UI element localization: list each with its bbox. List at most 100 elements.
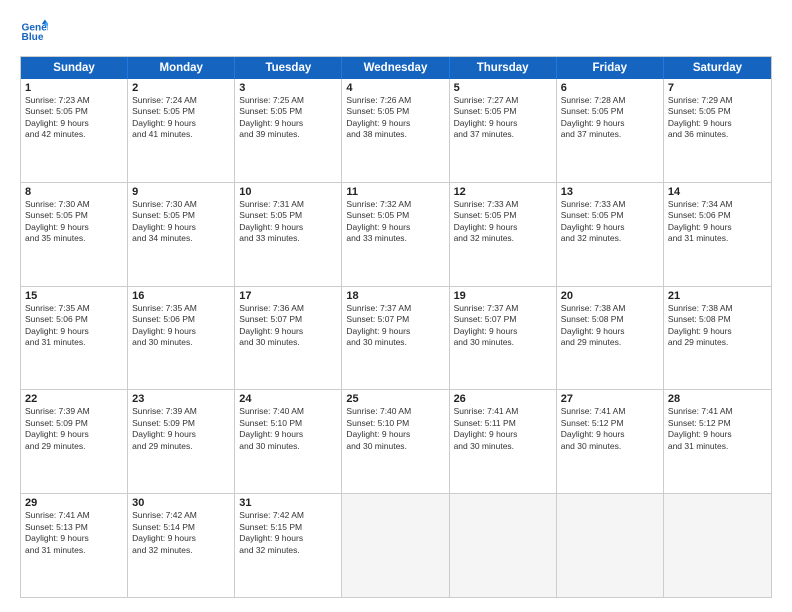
day-number: 25 (346, 393, 444, 405)
day-number: 24 (239, 393, 337, 405)
calendar-cell: 5Sunrise: 7:27 AMSunset: 5:05 PMDaylight… (450, 79, 557, 182)
logo-icon: General Blue (20, 18, 48, 46)
calendar-cell: 30Sunrise: 7:42 AMSunset: 5:14 PMDayligh… (128, 494, 235, 597)
calendar-cell: 20Sunrise: 7:38 AMSunset: 5:08 PMDayligh… (557, 287, 664, 390)
cell-sun-info: Sunrise: 7:41 AMSunset: 5:12 PMDaylight:… (668, 406, 767, 452)
calendar-row-4: 22Sunrise: 7:39 AMSunset: 5:09 PMDayligh… (21, 389, 771, 493)
day-number: 16 (132, 290, 230, 302)
cell-sun-info: Sunrise: 7:29 AMSunset: 5:05 PMDaylight:… (668, 95, 767, 141)
calendar-row-2: 8Sunrise: 7:30 AMSunset: 5:05 PMDaylight… (21, 182, 771, 286)
cell-sun-info: Sunrise: 7:30 AMSunset: 5:05 PMDaylight:… (25, 199, 123, 245)
cell-sun-info: Sunrise: 7:25 AMSunset: 5:05 PMDaylight:… (239, 95, 337, 141)
day-number: 15 (25, 290, 123, 302)
calendar-cell: 3Sunrise: 7:25 AMSunset: 5:05 PMDaylight… (235, 79, 342, 182)
calendar-cell: 8Sunrise: 7:30 AMSunset: 5:05 PMDaylight… (21, 183, 128, 286)
calendar-body: 1Sunrise: 7:23 AMSunset: 5:05 PMDaylight… (21, 79, 771, 597)
calendar-cell: 23Sunrise: 7:39 AMSunset: 5:09 PMDayligh… (128, 390, 235, 493)
day-number: 28 (668, 393, 767, 405)
cell-sun-info: Sunrise: 7:26 AMSunset: 5:05 PMDaylight:… (346, 95, 444, 141)
calendar-cell: 9Sunrise: 7:30 AMSunset: 5:05 PMDaylight… (128, 183, 235, 286)
cell-sun-info: Sunrise: 7:38 AMSunset: 5:08 PMDaylight:… (668, 303, 767, 349)
cell-sun-info: Sunrise: 7:37 AMSunset: 5:07 PMDaylight:… (346, 303, 444, 349)
calendar-cell: 7Sunrise: 7:29 AMSunset: 5:05 PMDaylight… (664, 79, 771, 182)
header-day-friday: Friday (557, 57, 664, 79)
calendar-cell: 29Sunrise: 7:41 AMSunset: 5:13 PMDayligh… (21, 494, 128, 597)
cell-sun-info: Sunrise: 7:30 AMSunset: 5:05 PMDaylight:… (132, 199, 230, 245)
day-number: 10 (239, 186, 337, 198)
calendar-cell: 26Sunrise: 7:41 AMSunset: 5:11 PMDayligh… (450, 390, 557, 493)
cell-sun-info: Sunrise: 7:31 AMSunset: 5:05 PMDaylight:… (239, 199, 337, 245)
day-number: 6 (561, 82, 659, 94)
header-day-thursday: Thursday (450, 57, 557, 79)
calendar-cell: 13Sunrise: 7:33 AMSunset: 5:05 PMDayligh… (557, 183, 664, 286)
cell-sun-info: Sunrise: 7:37 AMSunset: 5:07 PMDaylight:… (454, 303, 552, 349)
calendar-cell: 12Sunrise: 7:33 AMSunset: 5:05 PMDayligh… (450, 183, 557, 286)
calendar-cell: 14Sunrise: 7:34 AMSunset: 5:06 PMDayligh… (664, 183, 771, 286)
day-number: 23 (132, 393, 230, 405)
day-number: 14 (668, 186, 767, 198)
calendar-cell: 19Sunrise: 7:37 AMSunset: 5:07 PMDayligh… (450, 287, 557, 390)
calendar-cell: 15Sunrise: 7:35 AMSunset: 5:06 PMDayligh… (21, 287, 128, 390)
calendar-cell: 24Sunrise: 7:40 AMSunset: 5:10 PMDayligh… (235, 390, 342, 493)
calendar-cell: 1Sunrise: 7:23 AMSunset: 5:05 PMDaylight… (21, 79, 128, 182)
day-number: 9 (132, 186, 230, 198)
day-number: 5 (454, 82, 552, 94)
calendar-cell (557, 494, 664, 597)
cell-sun-info: Sunrise: 7:23 AMSunset: 5:05 PMDaylight:… (25, 95, 123, 141)
calendar-row-3: 15Sunrise: 7:35 AMSunset: 5:06 PMDayligh… (21, 286, 771, 390)
cell-sun-info: Sunrise: 7:33 AMSunset: 5:05 PMDaylight:… (561, 199, 659, 245)
calendar-cell: 25Sunrise: 7:40 AMSunset: 5:10 PMDayligh… (342, 390, 449, 493)
calendar-row-1: 1Sunrise: 7:23 AMSunset: 5:05 PMDaylight… (21, 79, 771, 182)
day-number: 27 (561, 393, 659, 405)
calendar-cell: 16Sunrise: 7:35 AMSunset: 5:06 PMDayligh… (128, 287, 235, 390)
day-number: 13 (561, 186, 659, 198)
calendar-cell: 31Sunrise: 7:42 AMSunset: 5:15 PMDayligh… (235, 494, 342, 597)
calendar: SundayMondayTuesdayWednesdayThursdayFrid… (20, 56, 772, 598)
day-number: 4 (346, 82, 444, 94)
day-number: 29 (25, 497, 123, 509)
day-number: 26 (454, 393, 552, 405)
cell-sun-info: Sunrise: 7:41 AMSunset: 5:11 PMDaylight:… (454, 406, 552, 452)
cell-sun-info: Sunrise: 7:27 AMSunset: 5:05 PMDaylight:… (454, 95, 552, 141)
calendar-row-5: 29Sunrise: 7:41 AMSunset: 5:13 PMDayligh… (21, 493, 771, 597)
day-number: 19 (454, 290, 552, 302)
calendar-cell (450, 494, 557, 597)
day-number: 3 (239, 82, 337, 94)
page: General Blue SundayMondayTuesdayWednesda… (0, 0, 792, 612)
cell-sun-info: Sunrise: 7:40 AMSunset: 5:10 PMDaylight:… (239, 406, 337, 452)
day-number: 22 (25, 393, 123, 405)
day-number: 11 (346, 186, 444, 198)
logo: General Blue (20, 18, 48, 46)
cell-sun-info: Sunrise: 7:41 AMSunset: 5:12 PMDaylight:… (561, 406, 659, 452)
calendar-cell: 10Sunrise: 7:31 AMSunset: 5:05 PMDayligh… (235, 183, 342, 286)
cell-sun-info: Sunrise: 7:35 AMSunset: 5:06 PMDaylight:… (132, 303, 230, 349)
day-number: 8 (25, 186, 123, 198)
day-number: 30 (132, 497, 230, 509)
cell-sun-info: Sunrise: 7:38 AMSunset: 5:08 PMDaylight:… (561, 303, 659, 349)
calendar-cell (664, 494, 771, 597)
calendar-cell (342, 494, 449, 597)
cell-sun-info: Sunrise: 7:40 AMSunset: 5:10 PMDaylight:… (346, 406, 444, 452)
day-number: 7 (668, 82, 767, 94)
cell-sun-info: Sunrise: 7:34 AMSunset: 5:06 PMDaylight:… (668, 199, 767, 245)
header-day-tuesday: Tuesday (235, 57, 342, 79)
calendar-cell: 4Sunrise: 7:26 AMSunset: 5:05 PMDaylight… (342, 79, 449, 182)
svg-text:Blue: Blue (22, 32, 44, 43)
header-day-monday: Monday (128, 57, 235, 79)
day-number: 17 (239, 290, 337, 302)
cell-sun-info: Sunrise: 7:42 AMSunset: 5:15 PMDaylight:… (239, 510, 337, 556)
header: General Blue (20, 18, 772, 46)
calendar-cell: 17Sunrise: 7:36 AMSunset: 5:07 PMDayligh… (235, 287, 342, 390)
calendar-header-row: SundayMondayTuesdayWednesdayThursdayFrid… (21, 57, 771, 79)
calendar-cell: 6Sunrise: 7:28 AMSunset: 5:05 PMDaylight… (557, 79, 664, 182)
day-number: 18 (346, 290, 444, 302)
header-day-sunday: Sunday (21, 57, 128, 79)
cell-sun-info: Sunrise: 7:35 AMSunset: 5:06 PMDaylight:… (25, 303, 123, 349)
day-number: 21 (668, 290, 767, 302)
calendar-cell: 22Sunrise: 7:39 AMSunset: 5:09 PMDayligh… (21, 390, 128, 493)
day-number: 1 (25, 82, 123, 94)
calendar-cell: 18Sunrise: 7:37 AMSunset: 5:07 PMDayligh… (342, 287, 449, 390)
day-number: 2 (132, 82, 230, 94)
cell-sun-info: Sunrise: 7:36 AMSunset: 5:07 PMDaylight:… (239, 303, 337, 349)
calendar-cell: 27Sunrise: 7:41 AMSunset: 5:12 PMDayligh… (557, 390, 664, 493)
